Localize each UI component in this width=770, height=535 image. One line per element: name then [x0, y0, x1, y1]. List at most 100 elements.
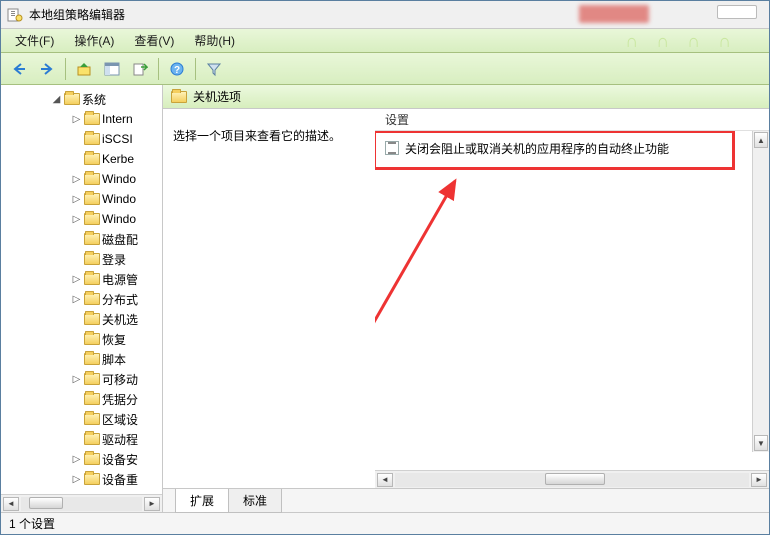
folder-icon: [84, 313, 100, 325]
tree-node[interactable]: ▷ 分布式: [1, 289, 162, 309]
scroll-right-button[interactable]: ►: [751, 473, 767, 487]
expand-icon[interactable]: [71, 254, 82, 265]
expand-icon[interactable]: [71, 414, 82, 425]
expand-icon[interactable]: ▷: [71, 454, 82, 465]
tree-node[interactable]: Kerbe: [1, 149, 162, 169]
scroll-thumb[interactable]: [545, 473, 605, 485]
tree-node[interactable]: iSCSI: [1, 129, 162, 149]
expand-icon[interactable]: [71, 394, 82, 405]
back-button[interactable]: [7, 57, 31, 81]
expand-icon[interactable]: [71, 334, 82, 345]
tree-node[interactable]: 区域设: [1, 409, 162, 429]
help-button[interactable]: ?: [165, 57, 189, 81]
tree-node[interactable]: ▷ 可移动: [1, 369, 162, 389]
menu-action[interactable]: 操作(A): [64, 30, 124, 51]
folder-icon: [84, 333, 100, 345]
expand-icon[interactable]: [71, 314, 82, 325]
expand-icon[interactable]: ▷: [71, 174, 82, 185]
tree-node[interactable]: 脚本: [1, 349, 162, 369]
settings-list: 关闭会阻止或取消关机的应用程序的自动终止功能 ▲ ▼: [375, 131, 769, 470]
tree-node[interactable]: 恢复: [1, 329, 162, 349]
expand-icon[interactable]: [71, 134, 82, 145]
folder-icon: [84, 413, 100, 425]
folder-icon: [84, 473, 100, 485]
tab-standard[interactable]: 标准: [228, 489, 282, 513]
tree-node[interactable]: 磁盘配: [1, 229, 162, 249]
tree-node[interactable]: ▷ Windo: [1, 209, 162, 229]
expand-icon[interactable]: ▷: [71, 214, 82, 225]
scroll-track[interactable]: [395, 473, 749, 487]
collapse-icon[interactable]: ◢: [51, 94, 62, 105]
folder-icon: [84, 433, 100, 445]
menubar-decor: ∩∩∩∩: [625, 31, 749, 52]
expand-icon[interactable]: ▷: [71, 114, 82, 125]
scroll-left-button[interactable]: ◄: [3, 497, 19, 511]
scroll-track[interactable]: [21, 497, 142, 511]
tree-node[interactable]: 驱动程: [1, 429, 162, 449]
tree-node-label: 可移动: [102, 371, 138, 388]
scroll-up-button[interactable]: ▲: [754, 132, 768, 148]
window-button-placeholder[interactable]: [717, 5, 757, 19]
separator: [158, 58, 159, 80]
tab-extended[interactable]: 扩展: [175, 489, 229, 513]
expand-icon[interactable]: ▷: [71, 474, 82, 485]
tree-node-label: 区域设: [102, 411, 138, 428]
annotation-arrow: [375, 171, 475, 421]
tree-node[interactable]: ▷ 设备重: [1, 469, 162, 489]
folder-icon: [84, 353, 100, 365]
tree-scroll[interactable]: ◢ 系统 ▷InterniSCSIKerbe▷Windo▷Windo▷Windo…: [1, 85, 162, 494]
tree-node[interactable]: ▷ 电源管: [1, 269, 162, 289]
menu-help[interactable]: 帮助(H): [184, 30, 245, 51]
tree-node[interactable]: ▷Windo: [1, 169, 162, 189]
expand-icon[interactable]: [71, 154, 82, 165]
expand-icon[interactable]: ▷: [71, 194, 82, 205]
show-hide-tree-button[interactable]: [100, 57, 124, 81]
scroll-down-button[interactable]: ▼: [754, 435, 768, 451]
tree-node-root[interactable]: ◢ 系统: [1, 89, 162, 109]
scroll-thumb[interactable]: [29, 497, 63, 509]
tree-node-label: Windo: [102, 212, 136, 226]
up-button[interactable]: [72, 57, 96, 81]
expand-icon[interactable]: ▷: [71, 294, 82, 305]
policy-icon: [385, 141, 399, 155]
expand-icon[interactable]: [71, 234, 82, 245]
expand-icon[interactable]: [71, 434, 82, 445]
tree-node[interactable]: 登录: [1, 249, 162, 269]
forward-button[interactable]: [35, 57, 59, 81]
status-bar: 1 个设置: [1, 512, 769, 534]
setting-item[interactable]: 关闭会阻止或取消关机的应用程序的自动终止功能: [375, 137, 769, 159]
description-text: 选择一个项目来查看它的描述。: [173, 127, 363, 144]
tree-node-label: 登录: [102, 251, 126, 268]
expand-icon[interactable]: ▷: [71, 374, 82, 385]
menu-view[interactable]: 查看(V): [124, 30, 184, 51]
content-pane: 选择一个项目来查看它的描述。 设置 关闭会阻止或取消关机的应用程序的自动终止功能: [163, 109, 769, 488]
scroll-left-button[interactable]: ◄: [377, 473, 393, 487]
folder-icon: [84, 253, 100, 265]
tree-node[interactable]: ▷设备安: [1, 449, 162, 469]
tree-node-label: iSCSI: [102, 132, 133, 146]
expand-icon[interactable]: [71, 354, 82, 365]
tree-node[interactable]: ▷Intern: [1, 109, 162, 129]
titlebar: 本地组策略编辑器: [1, 1, 769, 29]
column-header-setting[interactable]: 设置: [375, 109, 769, 131]
tree-node-label: 磁盘配: [102, 231, 138, 248]
menu-file[interactable]: 文件(F): [5, 30, 64, 51]
setting-label: 关闭会阻止或取消关机的应用程序的自动终止功能: [405, 140, 669, 157]
tree-node-label: 电源管: [102, 271, 138, 288]
tree-node[interactable]: 关机选: [1, 309, 162, 329]
list-h-scrollbar[interactable]: ◄ ►: [375, 470, 769, 488]
tree-node[interactable]: 凭据分: [1, 389, 162, 409]
export-button[interactable]: [128, 57, 152, 81]
list-v-scrollbar[interactable]: ▲ ▼: [752, 131, 769, 452]
folder-icon: [84, 133, 100, 145]
tree-h-scrollbar[interactable]: ◄ ►: [1, 494, 162, 512]
tree-node-label: 设备重: [102, 471, 138, 488]
filter-button[interactable]: [202, 57, 226, 81]
menubar: 文件(F) 操作(A) 查看(V) 帮助(H) ∩∩∩∩: [1, 29, 769, 53]
scroll-right-button[interactable]: ►: [144, 497, 160, 511]
tree-node-label: 驱动程: [102, 431, 138, 448]
expand-icon[interactable]: ▷: [71, 274, 82, 285]
scroll-track[interactable]: [753, 149, 769, 434]
tree-node[interactable]: ▷Windo: [1, 189, 162, 209]
tree-node-label: 分布式: [102, 291, 138, 308]
